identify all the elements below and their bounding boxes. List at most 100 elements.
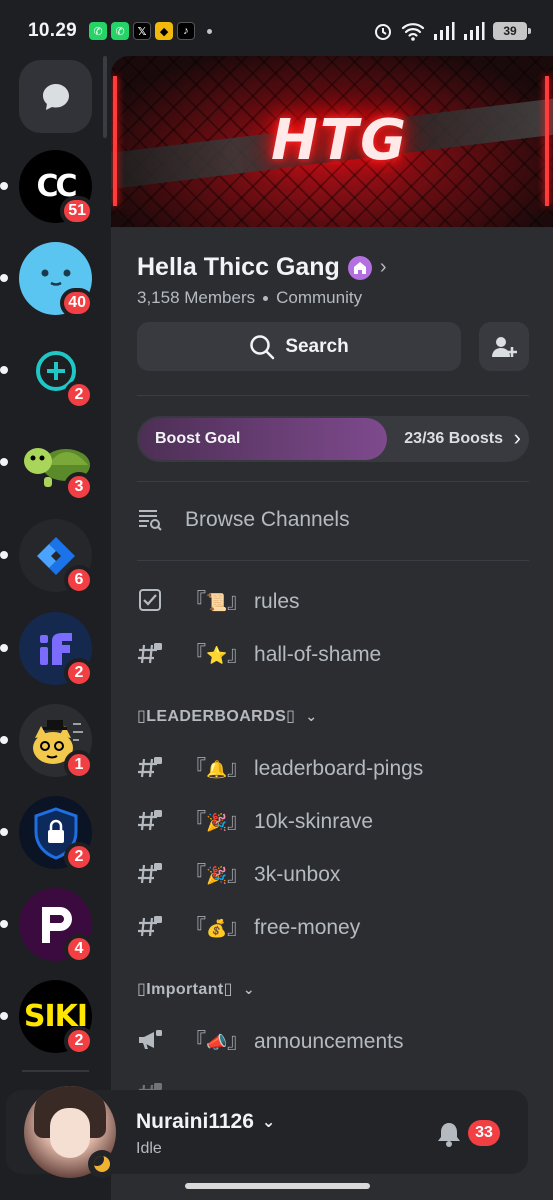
search-label: Search <box>285 335 349 357</box>
channel-3k-unbox[interactable]: 『🎉』 3k-unbox <box>137 853 529 893</box>
browse-list-icon <box>137 507 163 533</box>
signal-2-icon <box>464 22 485 40</box>
unread-indicator <box>0 828 8 836</box>
unread-indicator <box>0 920 8 928</box>
channel-announcements[interactable]: 『📣』 announcements <box>137 1020 529 1060</box>
divider <box>137 395 529 396</box>
hash-lock-icon <box>137 754 163 780</box>
whatsapp-icon: ✆ <box>89 22 108 40</box>
mention-badge: 4 <box>64 934 94 964</box>
status-bar: 10.29 ✆ ✆ 𝕏 ◆ ♪ 39 <box>0 0 553 62</box>
server-icon-shield[interactable]: 2 <box>0 796 94 872</box>
unread-indicator <box>0 458 8 466</box>
notification-icons: ✆ ✆ 𝕏 ◆ ♪ <box>89 22 213 40</box>
x-icon: 𝕏 <box>133 22 152 40</box>
channel-emoji: 📜 <box>206 593 228 612</box>
signal-icon <box>434 22 455 40</box>
invite-members-button[interactable] <box>479 322 529 371</box>
unread-indicator <box>0 644 8 652</box>
server-icon-p[interactable]: 4 <box>0 888 94 964</box>
unread-indicator <box>0 182 8 190</box>
channel-label: leaderboard-pings <box>254 757 424 780</box>
server-name: Hella Thicc Gang <box>137 253 340 281</box>
bell-icon[interactable] <box>436 1120 462 1148</box>
hash-lock-icon <box>137 913 163 939</box>
server-icon-turtle[interactable]: 3 <box>0 426 94 502</box>
chat-bubble-icon <box>42 83 69 110</box>
server-icon-arrow[interactable]: 6 <box>0 519 94 595</box>
boost-goal-label: Boost Goal <box>155 430 241 447</box>
category-label: Important <box>146 981 224 998</box>
hash-lock-icon <box>137 807 163 833</box>
username[interactable]: Nuraini1126 ⌄ <box>136 1110 275 1134</box>
mention-badge: 2 <box>64 842 94 872</box>
channel-hall-of-shame[interactable]: 『⭐』 hall-of-shame <box>137 633 529 673</box>
divider <box>137 560 529 561</box>
unread-indicator <box>0 274 8 282</box>
rail-scrollbar[interactable] <box>103 56 107 138</box>
mention-badge: 40 <box>60 288 94 318</box>
add-user-icon <box>492 336 517 357</box>
channel-name: 『📣』 announcements <box>185 1030 404 1053</box>
search-icon <box>250 334 275 359</box>
binance-icon: ◆ <box>155 22 174 40</box>
search-button[interactable]: Search <box>137 322 461 371</box>
boost-goal-bar[interactable]: Boost Goal 23/36 Boosts › <box>137 416 529 462</box>
user-panel[interactable]: Nuraini1126 ⌄ Idle 33 <box>6 1086 528 1178</box>
moon-icon <box>94 1156 110 1172</box>
divider <box>137 481 529 482</box>
channel-name: 『⭐』 hall-of-shame <box>185 643 382 666</box>
unread-indicator <box>0 736 8 744</box>
boost-count: 23/36 Boosts <box>404 430 503 447</box>
server-icon-smiley[interactable]: 40 <box>0 242 94 318</box>
server-icon-siki[interactable]: SIKI 2 <box>0 980 94 1056</box>
server-icon-plus[interactable]: 2 <box>0 334 94 410</box>
mention-badge: 3 <box>64 472 94 502</box>
banner-neon-left <box>113 76 117 206</box>
channel-label: 10k-skinrave <box>254 810 374 833</box>
boost-house-icon <box>347 255 372 280</box>
channel-emoji: 🔔 <box>206 760 228 779</box>
browse-channels-label: Browse Channels <box>185 508 350 531</box>
hash-lock-icon <box>137 860 163 886</box>
category-leaderboards[interactable]: ▯LEADERBOARDS▯ ⌄ <box>137 706 318 726</box>
mention-badge: 2 <box>64 658 94 688</box>
system-status: 39 <box>373 21 531 41</box>
chevron-right-icon: › <box>513 425 521 450</box>
action-row: Search <box>137 322 529 371</box>
channel-label: free-money <box>254 916 361 939</box>
browse-channels[interactable]: Browse Channels <box>137 500 529 540</box>
channel-name: 『🎉』 10k-skinrave <box>185 810 374 833</box>
home-indicator[interactable] <box>185 1183 370 1189</box>
channel-label: rules <box>254 590 300 613</box>
server-icon-if[interactable]: 2 <box>0 612 94 688</box>
username-label: Nuraini1126 <box>136 1110 254 1133</box>
server-banner[interactable]: HTG <box>111 56 553 227</box>
server-icon-dc[interactable]: CC 51 <box>0 150 94 226</box>
server-type: Community <box>276 288 363 307</box>
chevron-down-icon: ⌄ <box>242 980 255 997</box>
mention-badge: 2 <box>64 380 94 410</box>
unread-indicator <box>0 366 8 374</box>
channel-10k-skinrave[interactable]: 『🎉』 10k-skinrave <box>137 800 529 840</box>
wifi-icon <box>401 23 425 41</box>
category-important[interactable]: ▯Important▯ ⌄ <box>137 979 255 999</box>
rules-icon <box>137 587 163 613</box>
direct-messages-button[interactable] <box>19 60 92 133</box>
unread-indicator <box>0 551 8 559</box>
channel-label: announcements <box>254 1030 404 1053</box>
channel-emoji: 🎉 <box>206 813 228 832</box>
channel-label: 3k-unbox <box>254 863 341 886</box>
server-header[interactable]: Hella Thicc Gang › 3,158 Members Communi… <box>137 253 533 308</box>
mention-badge: 51 <box>60 196 94 226</box>
channel-emoji: 📣 <box>206 1033 228 1052</box>
channel-leaderboard-pings[interactable]: 『🔔』 leaderboard-pings <box>137 747 529 787</box>
server-icon-cat[interactable]: 1 <box>0 704 94 780</box>
channel-rules[interactable]: 『📜』 rules <box>137 580 529 620</box>
channel-panel: HTG Hella Thicc Gang › 3,158 Members Com… <box>111 56 553 1200</box>
tiktok-icon: ♪ <box>177 22 196 40</box>
channel-free-money[interactable]: 『💰』 free-money <box>137 906 529 946</box>
channel-name: 『📜』 rules <box>185 590 300 613</box>
avatar-face <box>50 1108 90 1158</box>
user-status: Idle <box>136 1140 162 1157</box>
